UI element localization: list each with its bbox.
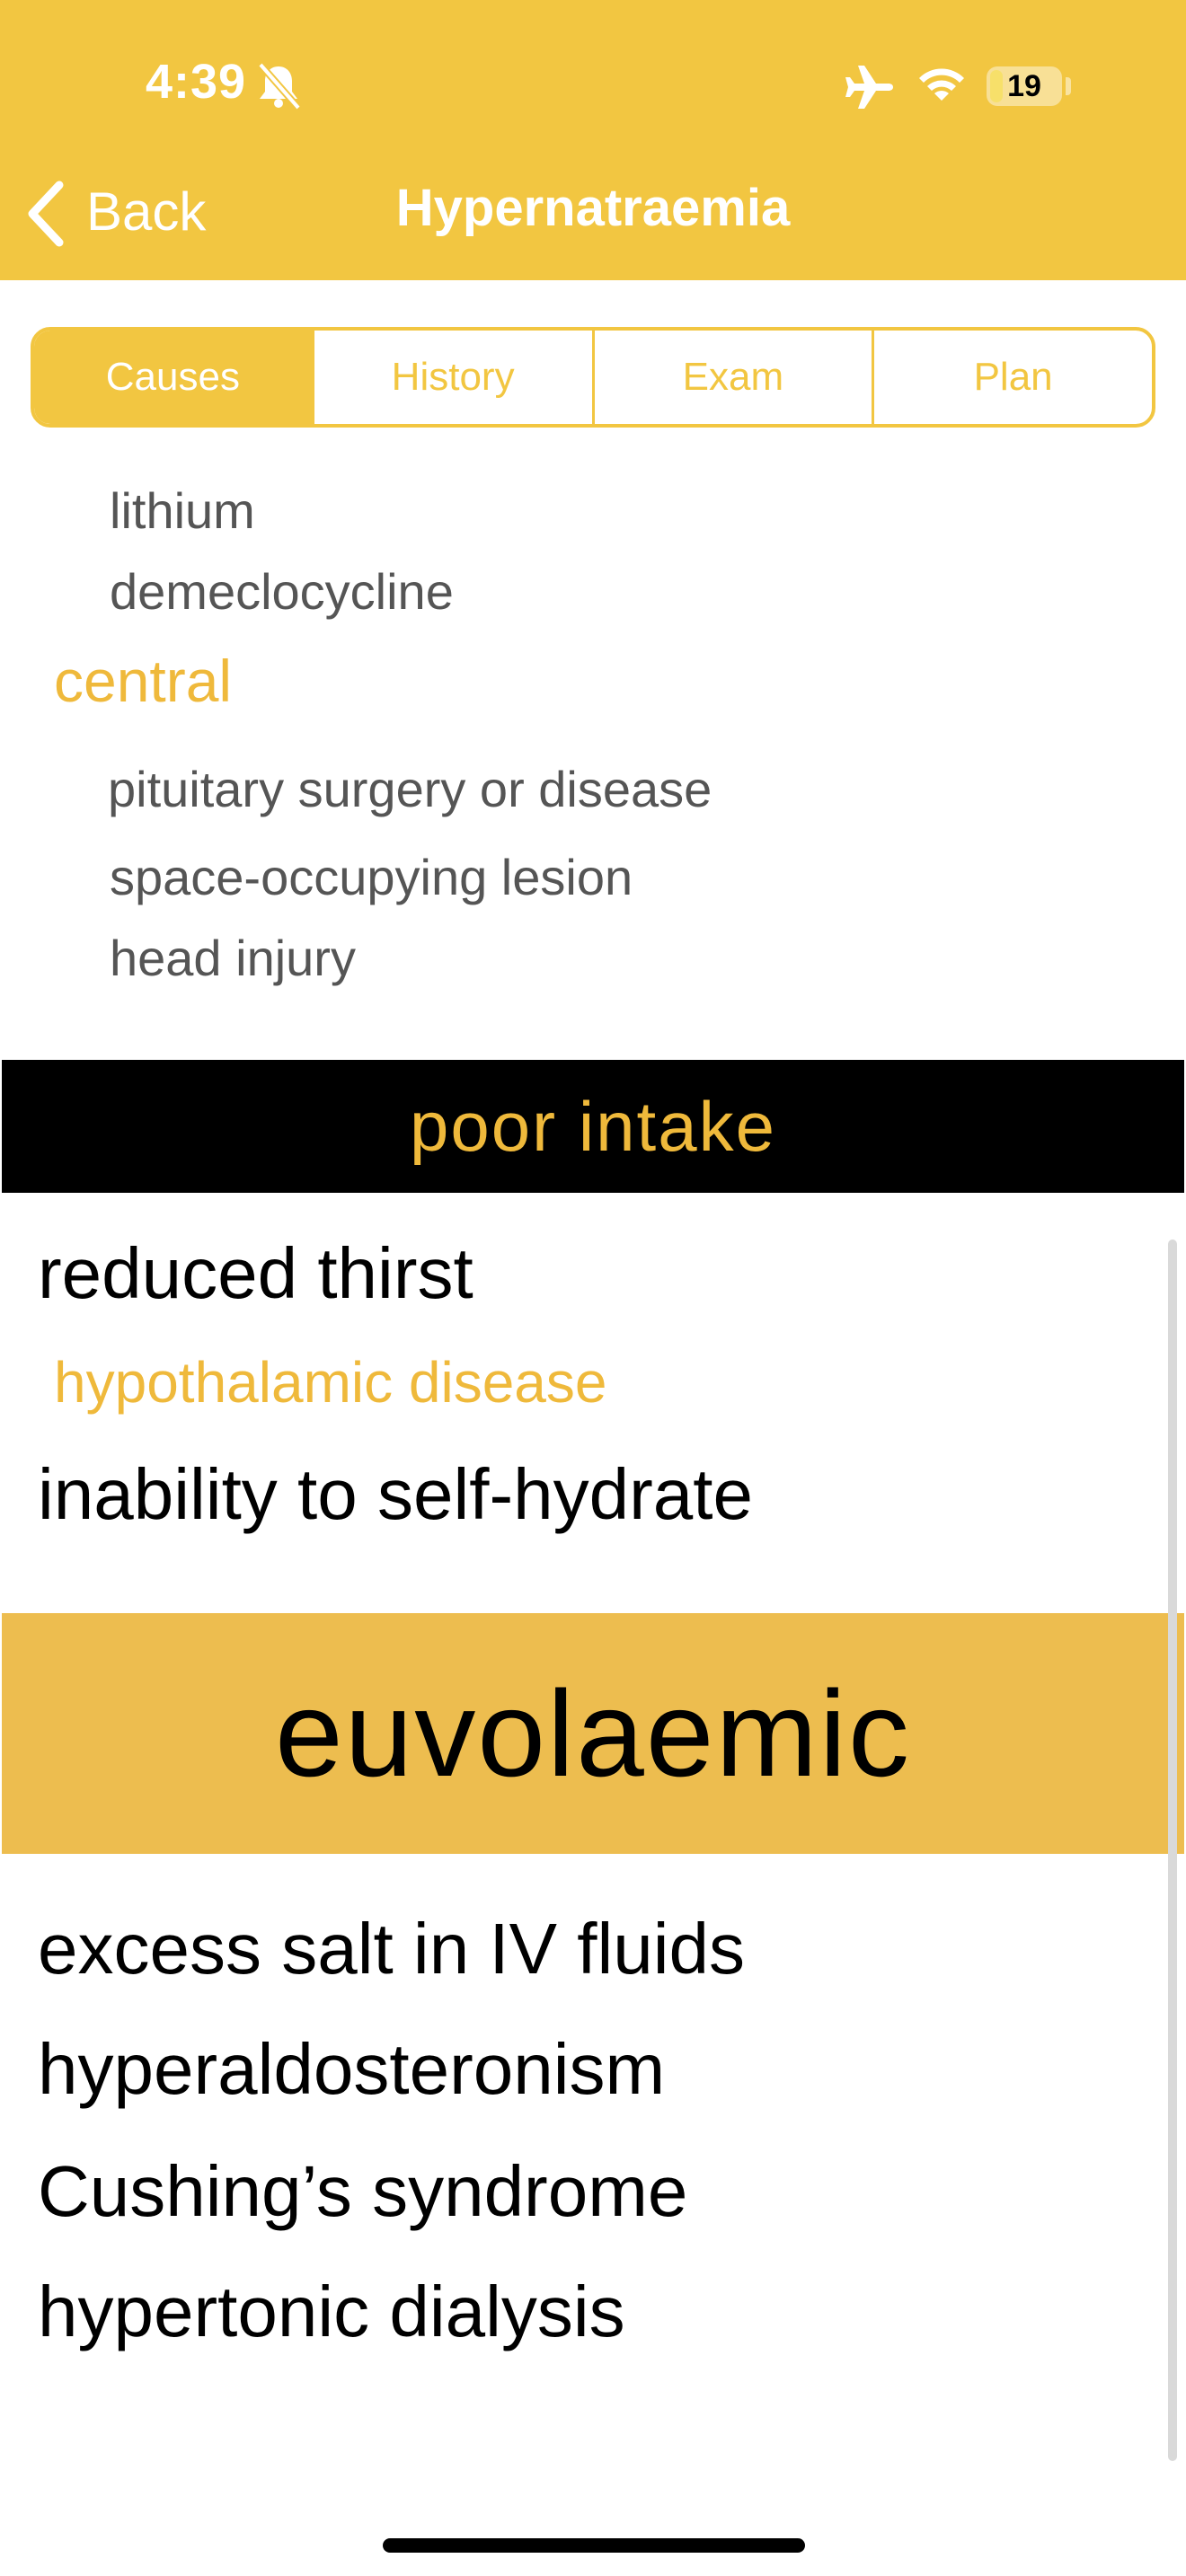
tab-plan[interactable]: Plan xyxy=(872,331,1152,424)
section-title: poor intake xyxy=(410,1087,776,1166)
bell-slash-icon xyxy=(257,63,302,110)
airplane-icon xyxy=(845,66,893,109)
page-title: Hypernatraemia xyxy=(395,179,791,237)
subgroup-label-hypothalamic: hypothalamic disease xyxy=(54,1350,607,1415)
subgroup-label-central: central xyxy=(54,648,233,714)
battery-percentage: 19 xyxy=(1007,69,1041,103)
cause-item: hypertonic dialysis xyxy=(38,2272,625,2351)
list-item: space-occupying lesion xyxy=(110,849,633,905)
cause-item: reduced thirst xyxy=(38,1233,474,1313)
section-tabs: Causes History Exam Plan xyxy=(31,327,1155,428)
tab-exam[interactable]: Exam xyxy=(591,331,872,424)
nav-header: 4:39 19 Back Hypernatraemia xyxy=(0,0,1186,280)
cause-item: excess salt in IV fluids xyxy=(38,1909,745,1989)
list-item: pituitary surgery or disease xyxy=(108,761,712,817)
cause-item: hyperaldosteronism xyxy=(38,2029,666,2109)
section-header-euvolaemic: euvolaemic xyxy=(2,1613,1184,1854)
app-screen: 4:39 19 Back Hypernatraemia Causes Histo… xyxy=(0,0,1186,2576)
list-item: demeclocycline xyxy=(110,563,454,620)
list-item: head injury xyxy=(110,930,356,986)
section-title: euvolaemic xyxy=(275,1665,911,1802)
list-item: lithium xyxy=(110,482,255,539)
home-indicator[interactable] xyxy=(383,2538,805,2553)
battery-icon: 19 xyxy=(987,66,1062,106)
cause-item: Cushing’s syndrome xyxy=(38,2151,688,2231)
wifi-icon xyxy=(919,68,964,101)
causes-scroll-content[interactable]: lithium demeclocycline central pituitary… xyxy=(0,428,1186,2576)
tab-history[interactable]: History xyxy=(311,331,592,424)
section-header-poor-intake: poor intake xyxy=(2,1060,1184,1193)
tab-causes[interactable]: Causes xyxy=(34,331,312,424)
scrollbar[interactable] xyxy=(1168,1239,1177,2461)
cause-item: inability to self-hydrate xyxy=(38,1454,753,1534)
status-time: 4:39 xyxy=(146,55,247,109)
battery-cap xyxy=(1066,77,1071,95)
